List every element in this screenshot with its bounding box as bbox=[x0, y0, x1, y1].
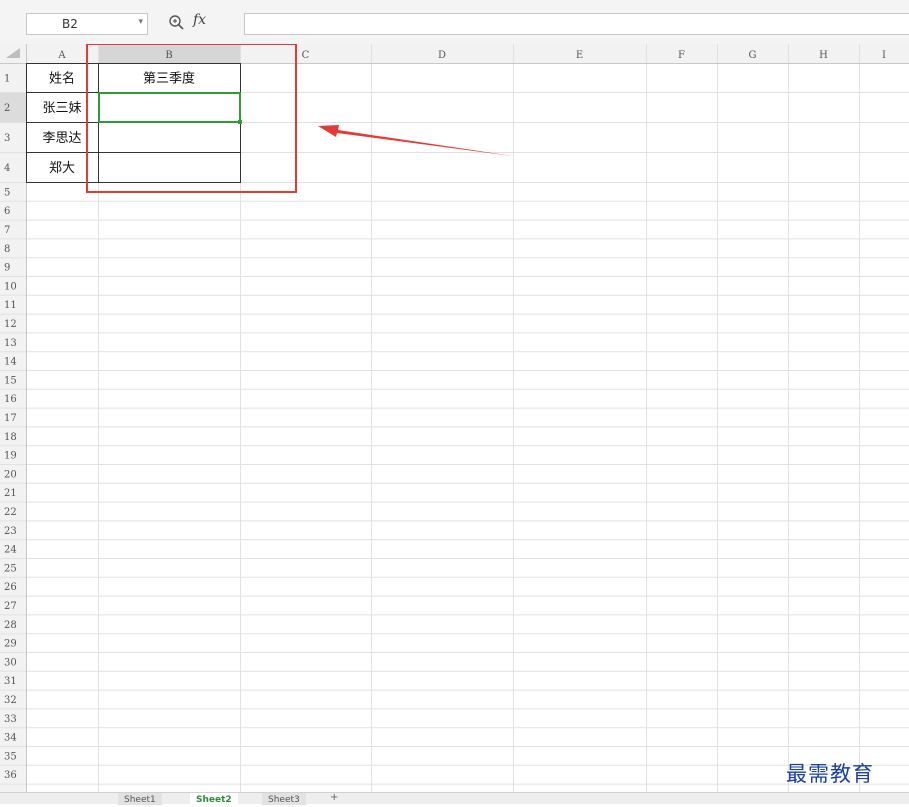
sheet-tab-2[interactable]: Sheet2 bbox=[190, 793, 238, 805]
row-header-12[interactable]: 12 bbox=[4, 319, 17, 330]
formula-input[interactable] bbox=[244, 13, 909, 35]
watermark: 最需教育 bbox=[786, 762, 874, 786]
row-header-8[interactable]: 8 bbox=[4, 244, 10, 255]
name-box[interactable]: B2 ▾ bbox=[26, 13, 148, 35]
row-header-23[interactable]: 23 bbox=[4, 526, 17, 537]
row-header-17[interactable]: 17 bbox=[4, 413, 17, 424]
annotation-box bbox=[86, 44, 297, 193]
row-header-3[interactable]: 3 bbox=[4, 133, 10, 144]
cell-b1[interactable]: 第三季度 bbox=[143, 71, 195, 87]
row-header-4[interactable]: 4 bbox=[4, 163, 10, 174]
fill-handle[interactable] bbox=[238, 120, 242, 124]
row-header-31[interactable]: 31 bbox=[4, 676, 17, 687]
row-header-33[interactable]: 33 bbox=[4, 714, 17, 725]
add-sheet-button[interactable]: + bbox=[330, 792, 338, 803]
sheet-tab-1[interactable]: Sheet1 bbox=[118, 793, 162, 805]
row-header-2[interactable]: 2 bbox=[4, 103, 10, 114]
row-header-15[interactable]: 15 bbox=[4, 375, 17, 386]
row-header-13[interactable]: 13 bbox=[4, 338, 17, 349]
row-header-30[interactable]: 30 bbox=[4, 657, 17, 668]
column-header-g[interactable]: G bbox=[749, 50, 757, 61]
row-header-35[interactable]: 35 bbox=[4, 751, 17, 762]
row-header-34[interactable]: 34 bbox=[4, 733, 17, 744]
row-header-36[interactable]: 36 bbox=[4, 770, 17, 781]
row-header-10[interactable]: 10 bbox=[4, 281, 17, 292]
cell-a4[interactable]: 郑大 bbox=[49, 161, 75, 176]
column-header-a[interactable]: A bbox=[57, 50, 66, 61]
row-header-18[interactable]: 18 bbox=[4, 432, 17, 443]
sheet-tab-bar: Sheet1 Sheet2 Sheet3 + bbox=[0, 792, 909, 805]
row-header-9[interactable]: 9 bbox=[4, 263, 10, 274]
selected-cell[interactable] bbox=[98, 92, 241, 123]
spreadsheet-grid[interactable]: A B C D E F G H I 1 2 3 4 5 6 7 8 9 10 11 12 13 14 15 16 17 18 19 20… bbox=[0, 44, 909, 792]
column-header-i[interactable]: I bbox=[882, 50, 886, 61]
row-header-20[interactable]: 20 bbox=[4, 469, 17, 480]
cell-a3[interactable]: 李思达 bbox=[42, 131, 81, 146]
row-header-22[interactable]: 22 bbox=[4, 507, 17, 518]
row-header-6[interactable]: 6 bbox=[4, 206, 10, 217]
column-header-f[interactable]: F bbox=[678, 50, 685, 61]
row-header-16[interactable]: 16 bbox=[4, 394, 17, 405]
zoom-icon[interactable] bbox=[168, 14, 186, 32]
row-header-28[interactable]: 28 bbox=[4, 620, 17, 631]
row-header-19[interactable]: 19 bbox=[4, 451, 17, 462]
row-header-32[interactable]: 32 bbox=[4, 695, 17, 706]
cell-a2[interactable]: 张三妹 bbox=[42, 101, 81, 116]
row-header-5[interactable]: 5 bbox=[4, 187, 10, 198]
row-header-24[interactable]: 24 bbox=[4, 545, 17, 556]
row-header-29[interactable]: 29 bbox=[4, 639, 17, 650]
column-header-b[interactable]: B bbox=[165, 50, 172, 61]
row-header-11[interactable]: 11 bbox=[4, 300, 17, 311]
row-header-1[interactable]: 1 bbox=[4, 74, 10, 85]
row-header-27[interactable]: 27 bbox=[4, 601, 17, 612]
fx-icon[interactable]: fx bbox=[193, 12, 206, 28]
row-header-26[interactable]: 26 bbox=[4, 582, 17, 593]
row-header-25[interactable]: 25 bbox=[4, 563, 17, 574]
cell-a1[interactable]: 姓名 bbox=[49, 71, 75, 87]
column-header-c[interactable]: C bbox=[302, 50, 310, 61]
row-header-7[interactable]: 7 bbox=[4, 225, 10, 236]
column-header-d[interactable]: D bbox=[438, 50, 446, 61]
row-header-21[interactable]: 21 bbox=[4, 488, 17, 499]
name-box-value: B2 bbox=[62, 17, 78, 31]
column-header-e[interactable]: E bbox=[576, 50, 583, 61]
column-header-h[interactable]: H bbox=[819, 50, 828, 61]
sheet-tab-3[interactable]: Sheet3 bbox=[262, 793, 306, 805]
annotation-arrow bbox=[318, 125, 512, 156]
formula-bar: B2 ▾ fx bbox=[0, 0, 909, 44]
row-header-14[interactable]: 14 bbox=[4, 357, 17, 368]
chevron-down-icon[interactable]: ▾ bbox=[138, 17, 143, 27]
